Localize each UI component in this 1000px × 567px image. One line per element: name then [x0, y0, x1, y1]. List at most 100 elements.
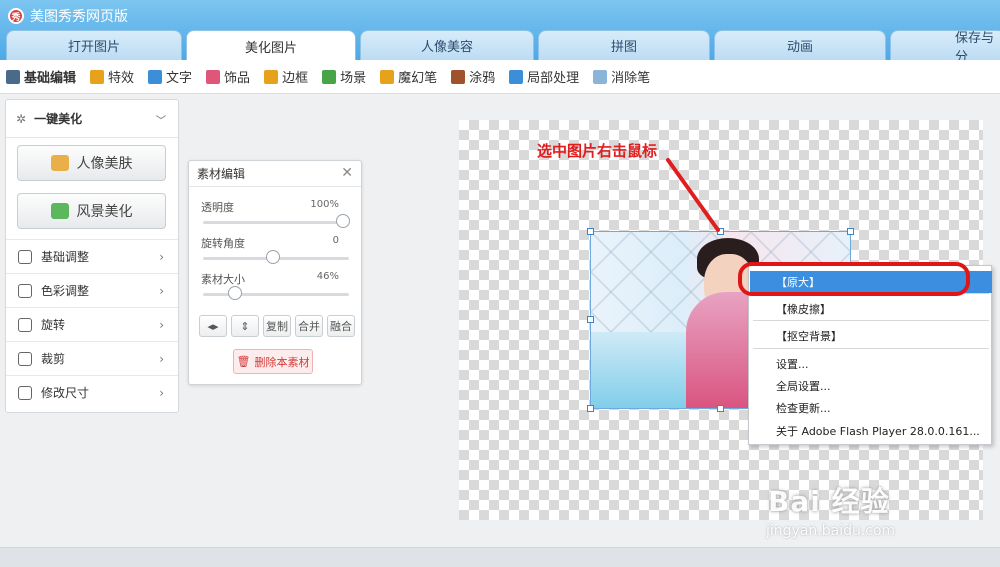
slider-label: 透明度	[201, 201, 234, 214]
toolbar-item[interactable]: 基础编辑	[6, 67, 76, 86]
toolbar-item[interactable]: 特效	[90, 67, 134, 86]
material-editor-header: 素材编辑 ✕	[189, 161, 361, 187]
toolbar-item[interactable]: 文字	[148, 67, 192, 86]
slider-thumb[interactable]	[266, 250, 280, 264]
tab-animation[interactable]: 动画	[714, 30, 886, 60]
blend-button[interactable]: 融合	[327, 315, 355, 337]
resize-handle[interactable]	[587, 405, 594, 412]
toolbar-item-label: 局部处理	[527, 71, 580, 86]
rotate-icon	[18, 317, 32, 332]
material-action-buttons: ◂▸ ⇕ 复制 合并 融合	[199, 315, 359, 337]
tab-beautify[interactable]: 美化图片	[186, 30, 356, 61]
slider-row: 旋转角度 0	[201, 235, 353, 264]
toolbar-item[interactable]: 饰品	[206, 67, 250, 86]
resize-handle[interactable]	[717, 228, 724, 235]
main-tabs: 打开图片 美化图片 人像美容 拼图 动画 保存与分	[0, 30, 1000, 65]
context-menu-separator	[753, 320, 989, 321]
portrait-skin-button[interactable]: 人像美肤	[17, 145, 166, 181]
toolbar-item[interactable]: 消除笔	[593, 67, 650, 86]
resize-handle[interactable]	[847, 228, 854, 235]
landscape-icon	[50, 203, 69, 219]
sidebar-item[interactable]: 色彩调整 ›	[6, 273, 178, 307]
slider-row: 透明度 100%	[201, 199, 353, 228]
chevron-right-icon: ›	[159, 249, 164, 264]
brush-icon	[451, 69, 466, 84]
baidu-watermark-url: jingyan.baidu.com	[766, 523, 896, 539]
toolbar-item-label: 场景	[340, 71, 367, 86]
toolbar-item[interactable]: 涂鸦	[451, 67, 495, 86]
highlight-ring	[738, 262, 970, 296]
delete-material-button[interactable]: 🗑 删除本素材	[233, 349, 313, 374]
sidebar-item-label: 裁剪	[41, 352, 66, 366]
slider-value: 46%	[316, 271, 339, 282]
toolbar-item-label: 魔幻笔	[398, 71, 438, 86]
toolbar-item-label: 饰品	[224, 71, 251, 86]
one-click-beautify-label: 一键美化	[34, 112, 83, 126]
toolbar-item-label: 基础编辑	[24, 71, 77, 86]
flip-vertical-icon: ⇕	[240, 319, 250, 333]
wand-icon	[90, 69, 105, 84]
tab-open-image[interactable]: 打开图片	[6, 30, 182, 60]
resize-icon	[18, 385, 32, 400]
resize-handle[interactable]	[587, 228, 594, 235]
edit-toolbar: 基础编辑 特效 文字 饰品 边框 场景 魔幻笔 涂鸦 局部处理 消除笔	[0, 60, 1000, 94]
close-icon[interactable]: ✕	[341, 165, 353, 181]
toolbar-item[interactable]: 局部处理	[509, 67, 579, 86]
toolbar-item[interactable]: 边框	[264, 67, 308, 86]
chevron-down-icon: ﹀	[156, 116, 166, 127]
landscape-icon	[322, 69, 337, 84]
slider-thumb[interactable]	[336, 214, 350, 228]
context-menu-item[interactable]: 关于 Adobe Flash Player 28.0.0.161...	[750, 420, 992, 442]
sidebar-item[interactable]: 基础调整 ›	[6, 239, 178, 273]
context-menu-item[interactable]: 【橡皮擦】	[750, 298, 992, 320]
flip-vertical-button[interactable]: ⇕	[231, 315, 259, 337]
tab-save-share[interactable]: 保存与分	[890, 30, 1000, 65]
slider-track[interactable]	[203, 221, 349, 224]
context-menu-item[interactable]: 【抠空背景】	[750, 325, 992, 347]
material-editor-title: 素材编辑	[197, 167, 246, 181]
sidebar-item[interactable]: 裁剪 ›	[6, 341, 178, 375]
resize-handle[interactable]	[717, 405, 724, 412]
status-bar	[0, 547, 1000, 567]
one-click-beautify-header[interactable]: ✲ 一键美化 ﹀	[6, 100, 178, 138]
toolbar-item[interactable]: 场景	[322, 67, 366, 86]
flip-horizontal-button[interactable]: ◂▸	[199, 315, 227, 337]
left-panel: ✲ 一键美化 ﹀ 人像美肤 风景美化 基础调整 › 色彩调整 › 旋转 › 裁剪 › 修改尺寸 ›	[5, 99, 179, 413]
resize-handle[interactable]	[587, 316, 594, 323]
slider-label: 旋转角度	[201, 237, 245, 250]
context-menu-item[interactable]: 检查更新...	[750, 397, 992, 419]
flip-horizontal-icon: ◂▸	[207, 319, 219, 333]
instruction-annotation: 选中图片右击鼠标	[537, 142, 658, 160]
toolbar-item-label: 文字	[166, 71, 193, 86]
frame-icon	[264, 69, 279, 84]
sidebar-item-label: 旋转	[41, 318, 66, 332]
landscape-beautify-button[interactable]: 风景美化	[17, 193, 166, 229]
app-title: 秀 美图秀秀网页版	[8, 5, 128, 27]
sidebar-item[interactable]: 修改尺寸 ›	[6, 375, 178, 409]
portrait-skin-label: 人像美肤	[76, 156, 133, 172]
title-bar: 秀 美图秀秀网页版 打开图片 美化图片 人像美容 拼图 动画 保存与分	[0, 0, 1000, 65]
list-icon	[6, 69, 20, 84]
toolbar-item[interactable]: 魔幻笔	[380, 67, 437, 86]
toolbar-item-label: 特效	[108, 71, 135, 86]
image-sky	[591, 332, 691, 408]
copy-button[interactable]: 复制	[263, 315, 291, 337]
sidebar-item[interactable]: 旋转 ›	[6, 307, 178, 341]
chevron-right-icon: ›	[159, 385, 164, 400]
merge-button[interactable]: 合并	[295, 315, 323, 337]
portrait-icon	[50, 155, 69, 171]
toolbar-item-label: 涂鸦	[469, 71, 496, 86]
context-menu-item[interactable]: 全局设置...	[750, 375, 992, 397]
crop-icon	[18, 351, 32, 366]
slider-track[interactable]	[203, 293, 349, 296]
context-menu-item[interactable]: 设置...	[750, 353, 992, 375]
chevron-right-icon: ›	[159, 317, 164, 332]
slider-value: 0	[332, 235, 339, 246]
slider-row: 素材大小 46%	[201, 271, 353, 300]
app-logo-icon: 秀	[8, 8, 24, 24]
tab-collage[interactable]: 拼图	[538, 30, 710, 60]
tab-portrait[interactable]: 人像美容	[360, 30, 534, 60]
toolbar-item-label: 消除笔	[611, 71, 651, 86]
slider-thumb[interactable]	[228, 286, 243, 300]
chevron-right-icon: ›	[159, 283, 164, 298]
